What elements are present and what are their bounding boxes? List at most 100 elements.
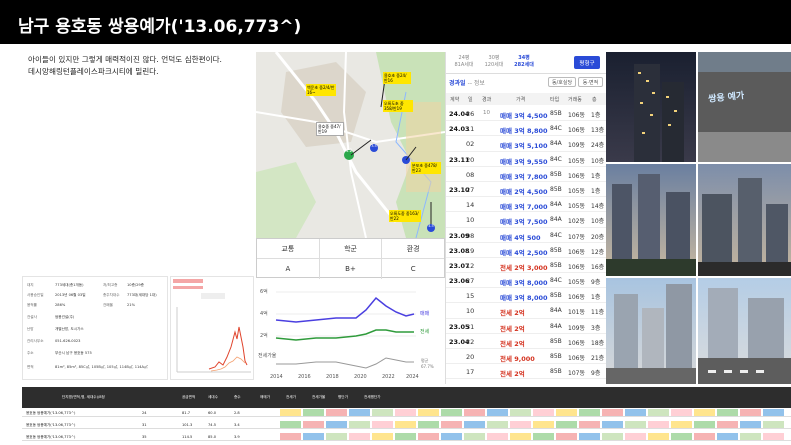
comparison-col-header: 평단가 [338, 395, 348, 399]
transaction-row[interactable]: 24.03 11 매매 3억 8,800 84C 106동 13층 [446, 121, 606, 137]
row-price: 매매 3억 9,550 [500, 157, 548, 166]
transaction-row[interactable]: 23.07 12 전세 2억 3,000 85B 106동 16층 [446, 258, 606, 274]
column-header[interactable]: 일 [468, 96, 473, 103]
transaction-row[interactable]: 23.09 08 매매 4억 500 84C 107동 20층 [446, 228, 606, 243]
row-area: 84C [550, 125, 562, 133]
row-d: 26 [466, 110, 475, 118]
row-fn: 1층 [591, 294, 601, 302]
column-header[interactable]: 층 [592, 96, 597, 103]
transaction-row[interactable]: 23.10 27 매매 2억 4,500 85B 105동 1층 [446, 182, 606, 198]
x-tick-label: 2022 [382, 374, 395, 380]
row-d: 20 [466, 353, 475, 361]
comparison-row[interactable]: 용호동 쌍용예가('13.06,773^) 24 81.7 60.0 2.8 [22, 409, 791, 417]
row-area: 84A [550, 307, 562, 315]
row-bld: 106동 [568, 248, 585, 256]
row-d: 10 [466, 307, 475, 316]
comparison-c1: 35 [142, 435, 147, 439]
row-price: 매매 3억 8,000 [500, 294, 548, 303]
comparison-row[interactable]: 용호동 쌍용예가('13.06,773^) 35 114.5 85.0 3.9 [22, 433, 791, 441]
row-area: 84A [550, 322, 562, 330]
comparison-cell [579, 409, 600, 416]
tab-34-units: 282세대 [514, 62, 534, 68]
transaction-row[interactable]: 10 전세 2억 84A 101동 11층 [446, 303, 606, 319]
comparison-cell [487, 421, 508, 428]
map-badge-2: 3.5 [371, 144, 377, 148]
column-header[interactable]: 거래동 [568, 96, 582, 103]
photo-street-day[interactable] [606, 278, 696, 384]
comparison-c4: 3.9 [234, 435, 240, 439]
comparison-cell [740, 433, 761, 440]
comparison-cell [303, 433, 324, 440]
transaction-row[interactable]: 23.11 20 매매 3억 9,550 84C 105동 10층 [446, 152, 606, 167]
transaction-row[interactable]: 23.08 19 매매 4억 2,500 85B 106동 12층 [446, 243, 606, 258]
row-d: 08 [466, 170, 475, 179]
row-d: 17 [466, 368, 475, 377]
tab-24[interactable]: 24평 81A세대 [450, 55, 478, 69]
comparison-cell [349, 433, 370, 440]
gate-sign-image [698, 52, 791, 162]
tab-34[interactable]: 34평 282세대 [510, 55, 538, 69]
row-bld: 107동 [568, 233, 585, 241]
row-area: 84A [550, 216, 562, 224]
transaction-row[interactable]: 17 전세 2억 85B 107동 9층 [446, 364, 606, 380]
row-fn: 11층 [591, 309, 605, 317]
info-key-2: 건폐율 [103, 303, 113, 307]
size-tabs: 24평 81A세대 30평 120세대 34평 282세대 평형구 [446, 52, 606, 74]
photo-street-dusk[interactable] [698, 164, 791, 276]
transaction-row[interactable]: 23.06 27 매매 3억 8,000 84C 105동 9층 [446, 273, 606, 289]
map-label-yongho: 용호초 중24/반16 [383, 72, 411, 84]
filter-button-1[interactable]: 동/호실당 [548, 77, 576, 87]
filter-button-2[interactable]: 동·면적 [578, 77, 603, 87]
comparison-cell [418, 409, 439, 416]
transaction-row[interactable]: 08 매매 3억 7,800 85B 106동 1층 [446, 167, 606, 182]
row-fn: 3층 [591, 324, 601, 332]
column-header[interactable]: 가격 [516, 96, 525, 103]
row-price: 매매 3억 4,500 [500, 112, 548, 120]
comparison-c3: 60.0 [208, 411, 217, 415]
transaction-row[interactable]: 02 매매 3억 5,100 84A 109동 24층 [446, 136, 606, 152]
comparison-cell [533, 409, 554, 416]
row-price: 매매 3억 7,800 [500, 172, 548, 181]
map-label-oryukdo-middle: 오륙도중 중163/반22 [389, 210, 421, 222]
photo-towers-dusk[interactable] [606, 164, 696, 276]
info-value: 286% [55, 303, 66, 307]
compare-button[interactable]: 평형구 [574, 56, 600, 69]
tab-30[interactable]: 30평 120세대 [480, 55, 508, 69]
row-price: 매매 4억 500 [500, 233, 541, 242]
comparison-cell [418, 433, 439, 440]
comparison-cell [694, 433, 715, 440]
comparison-cell [280, 409, 301, 416]
comparison-name: 용호동 쌍용예가('13.06,773^) [26, 435, 76, 439]
grade-value-environment: C [410, 265, 416, 273]
photo-tower-night[interactable] [606, 52, 696, 162]
row-price: 매매 3억 8,800 [500, 127, 548, 136]
row-d: 22 [466, 337, 475, 346]
transaction-row[interactable]: 23.04 22 전세 2억 85B 106동 18층 [446, 334, 606, 349]
school-map[interactable]: 용호초 중24/반16 백운초 중2/4/반16~ 오륙도초 중358/반19 … [256, 52, 445, 238]
row-fl: 10 [483, 110, 490, 116]
comparison-name: 용호동 쌍용예가('13.06,773^) [26, 411, 76, 415]
photo-crossing[interactable] [698, 278, 791, 384]
comparison-c2: 101.3 [182, 423, 193, 427]
comparison-cell [510, 409, 531, 416]
transaction-row[interactable]: 24.04 26 10 매매 3억 4,500 85B 106동 1층 [446, 106, 606, 122]
x-tick-label: 2014 [270, 374, 283, 380]
transaction-row[interactable]: 10 매매 3억 7,500 84A 102동 10층 [446, 212, 606, 228]
tab-24-units: 81A세대 [454, 62, 474, 68]
transaction-row[interactable]: 15 매매 3억 8,000 85B 106동 1층 [446, 288, 606, 304]
comparison-cell [303, 409, 324, 416]
row-price: 전세 2억 [500, 370, 525, 379]
photo-gate-sign[interactable]: 쌍용 예가 [698, 52, 791, 162]
transaction-row[interactable]: 14 매매 3억 7,000 84A 105동 14층 [446, 197, 606, 213]
transaction-row[interactable]: 23.05 31 전세 2억 84A 109동 3층 [446, 319, 606, 334]
column-header[interactable]: 타입 [550, 96, 559, 103]
comparison-cell [671, 409, 692, 416]
comparison-cell [740, 421, 761, 428]
column-header[interactable]: 계약 [450, 96, 459, 103]
price-chart-graphic [275, 291, 416, 369]
comparison-row[interactable]: 용호동 쌍용예가('13.06,773^) 31 101.3 74.5 3.4 [22, 421, 791, 429]
row-price: 전세 2억 [500, 339, 525, 348]
comparison-cell [763, 421, 784, 428]
column-header[interactable]: 경과 [482, 96, 491, 103]
transaction-row[interactable]: 20 전세 9,000 85B 106동 21층 [446, 349, 606, 365]
